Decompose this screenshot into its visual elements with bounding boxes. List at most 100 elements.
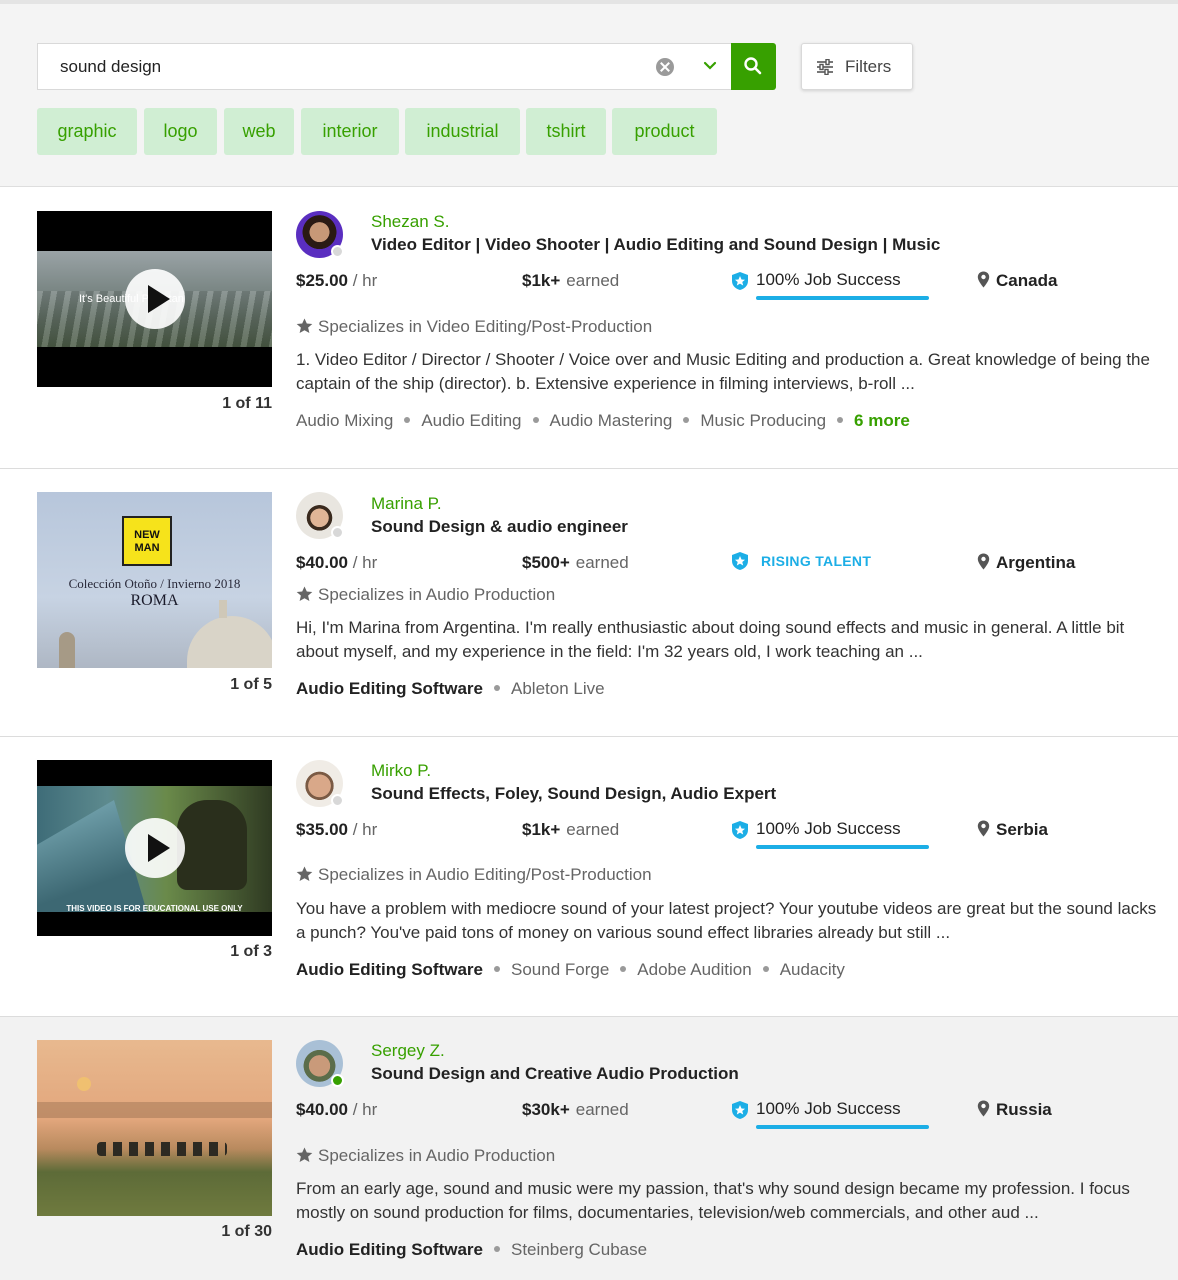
chevron-down-icon[interactable] [702,58,718,74]
filters-label: Filters [845,57,892,76]
hourly-rate: $25.00 / hr [296,271,378,290]
hourly-rate: $40.00 / hr [296,553,378,572]
tag-product[interactable]: product [612,108,717,155]
avatar[interactable] [296,760,344,807]
freelancer-card[interactable]: NEW MAN Colección Otoño / Invierno 2018 … [0,469,1178,737]
skills-list: Audio Mixing Audio Editing Audio Mastering… [296,411,910,431]
play-icon[interactable] [125,269,185,329]
shield-icon [732,1101,748,1119]
specialization: Specializes in Audio Production [296,585,555,605]
search-icon [744,57,762,75]
play-icon[interactable] [125,818,185,878]
freelancer-title: Sound Design & audio engineer [371,517,628,536]
skill-tag[interactable]: Adobe Audition [637,960,751,980]
skill-tag[interactable]: Steinberg Cubase [511,1240,647,1260]
media-counter: 1 of 30 [221,1223,272,1240]
status-dot [331,245,344,258]
freelancer-title: Sound Effects, Foley, Sound Design, Audi… [371,784,777,803]
status-dot [331,526,344,539]
tag-web[interactable]: web [224,108,294,155]
filters-button[interactable]: Filters [801,43,913,90]
location: Serbia [977,820,1048,840]
skill-tag[interactable]: Sound Forge [511,960,609,980]
thumb-line2: ROMA [130,592,179,609]
skill-tag[interactable]: Audacity [780,960,845,980]
specialization: Specializes in Video Editing/Post-Produc… [296,317,652,337]
skill-tag[interactable]: Audio Editing [421,411,521,431]
more-skills-link[interactable]: 6 more [854,411,910,431]
location: Argentina [977,553,1075,573]
shield-icon [732,552,748,570]
thumb-logo: NEW MAN [122,516,172,566]
skills-heading: Audio Editing Software [296,679,483,698]
skills-heading: Audio Editing Software [296,1240,483,1259]
specialization: Specializes in Audio Production [296,1146,555,1166]
status-dot [331,794,344,807]
video-thumbnail[interactable]: THIS VIDEO IS FOR EDUCATIONAL USE ONLY [37,760,272,936]
freelancer-title: Video Editor | Video Shooter | Audio Edi… [371,235,941,254]
tag-tshirt[interactable]: tshirt [526,108,606,155]
skill-tag[interactable]: Audio Mixing [296,411,393,431]
skills-list: Audio Editing Software Sound Forge Adobe A… [296,960,845,980]
location-pin-icon [977,553,990,570]
freelancer-name[interactable]: Sergey Z. [371,1041,445,1061]
avatar[interactable] [296,211,344,258]
freelancer-card[interactable]: It's Beautiful Pakistan 1 of 11 Shezan S… [0,187,1178,469]
tag-industrial[interactable]: industrial [405,108,520,155]
rising-talent-badge: RISING TALENT [731,551,871,574]
skills-list: Audio Editing Software Steinberg Cubase [296,1240,647,1260]
star-icon [296,586,313,601]
location-pin-icon [977,1100,990,1117]
freelancer-name[interactable]: Mirko P. [371,761,431,781]
portfolio-thumbnail[interactable] [37,1040,272,1216]
search-input[interactable] [60,44,620,89]
star-icon [296,318,313,333]
skills-heading: Audio Editing Software [296,960,483,979]
status-dot [331,1074,344,1087]
search-area: Filters graphic logo web interior indust… [0,4,1178,187]
search-box [37,43,731,90]
media-counter: 1 of 3 [230,943,272,960]
freelancer-card[interactable]: 1 of 30 Sergey Z. Sound Design and Creat… [0,1017,1178,1280]
thumb-caption: THIS VIDEO IS FOR EDUCATIONAL USE ONLY [66,904,243,913]
location: Canada [977,271,1057,291]
avatar[interactable] [296,1040,344,1087]
earnings: $1k+ earned [522,820,620,839]
star-icon [296,866,313,881]
portfolio-thumbnail[interactable]: NEW MAN Colección Otoño / Invierno 2018 … [37,492,272,668]
tag-logo[interactable]: logo [144,108,217,155]
freelancer-name[interactable]: Marina P. [371,494,442,514]
avatar[interactable] [296,492,344,539]
thumb-line1: Colección Otoño / Invierno 2018 [68,576,241,591]
earnings: $1k+ earned [522,271,620,290]
star-icon [296,1147,313,1162]
clear-icon[interactable] [656,58,674,76]
location-pin-icon [977,271,990,288]
earnings: $500+ earned [522,553,629,572]
freelancer-name[interactable]: Shezan S. [371,212,449,232]
location-pin-icon [977,820,990,837]
freelancer-description: From an early age, sound and music were … [296,1179,1130,1222]
freelancer-title: Sound Design and Creative Audio Producti… [371,1064,739,1083]
freelancer-description: You have a problem with mediocre sound o… [296,899,1157,942]
tag-interior[interactable]: interior [301,108,399,155]
shield-icon [732,821,748,839]
search-button[interactable] [731,43,776,90]
hourly-rate: $35.00 / hr [296,820,378,839]
shield-icon [732,272,748,290]
earnings: $30k+ earned [522,1100,629,1119]
skill-tag[interactable]: Ableton Live [511,679,605,699]
specialization: Specializes in Audio Editing/Post-Produc… [296,865,652,885]
location: Russia [977,1100,1052,1120]
freelancer-card[interactable]: THIS VIDEO IS FOR EDUCATIONAL USE ONLY 1… [0,737,1178,1017]
skills-list: Audio Editing Software Ableton Live [296,679,605,699]
freelancer-description: Hi, I'm Marina from Argentina. I'm reall… [296,618,1125,661]
skill-tag[interactable]: Music Producing [700,411,826,431]
freelancer-description: 1. Video Editor / Director / Shooter / V… [296,350,1150,393]
video-thumbnail[interactable]: It's Beautiful Pakistan [37,211,272,387]
skill-tag[interactable]: Audio Mastering [550,411,673,431]
sliders-icon [817,59,833,75]
hourly-rate: $40.00 / hr [296,1100,378,1119]
media-counter: 1 of 11 [222,395,272,412]
tag-graphic[interactable]: graphic [37,108,137,155]
